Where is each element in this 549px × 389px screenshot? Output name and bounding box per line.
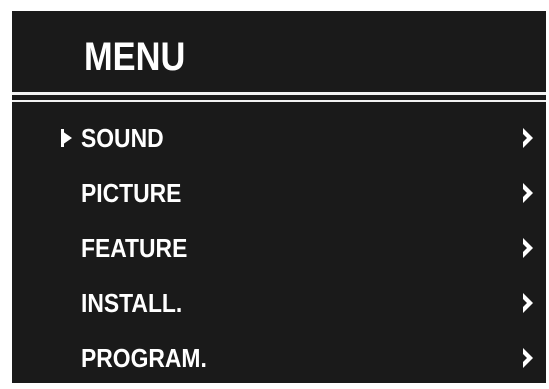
menu-item-picture[interactable]: PICTURE	[12, 169, 546, 224]
menu-item-install[interactable]: INSTALL.	[12, 279, 546, 334]
selection-cursor-icon	[61, 129, 72, 147]
title-divider-thick	[12, 92, 546, 95]
menu-item-label: FEATURE	[81, 233, 188, 263]
menu-title: MENU	[84, 35, 186, 79]
menu-item-label: INSTALL.	[81, 288, 183, 318]
chevron-right-icon	[523, 293, 533, 313]
menu-item-program[interactable]: PROGRAM.	[12, 334, 546, 389]
menu-item-sound[interactable]: SOUND	[12, 114, 546, 169]
menu-item-label: SOUND	[81, 123, 164, 153]
chevron-right-icon	[523, 128, 533, 148]
menu-item-label: PICTURE	[81, 178, 182, 208]
osd-menu-panel: MENU SOUND PICTURE FEATURE INSTALL. PROG…	[12, 11, 546, 383]
menu-item-feature[interactable]: FEATURE	[12, 224, 546, 279]
menu-list: SOUND PICTURE FEATURE INSTALL. PROGRAM.	[12, 114, 546, 389]
title-divider-thin	[12, 100, 546, 102]
chevron-right-icon	[523, 238, 533, 258]
menu-item-label: PROGRAM.	[81, 343, 207, 373]
chevron-right-icon	[523, 183, 533, 203]
chevron-right-icon	[523, 348, 533, 368]
